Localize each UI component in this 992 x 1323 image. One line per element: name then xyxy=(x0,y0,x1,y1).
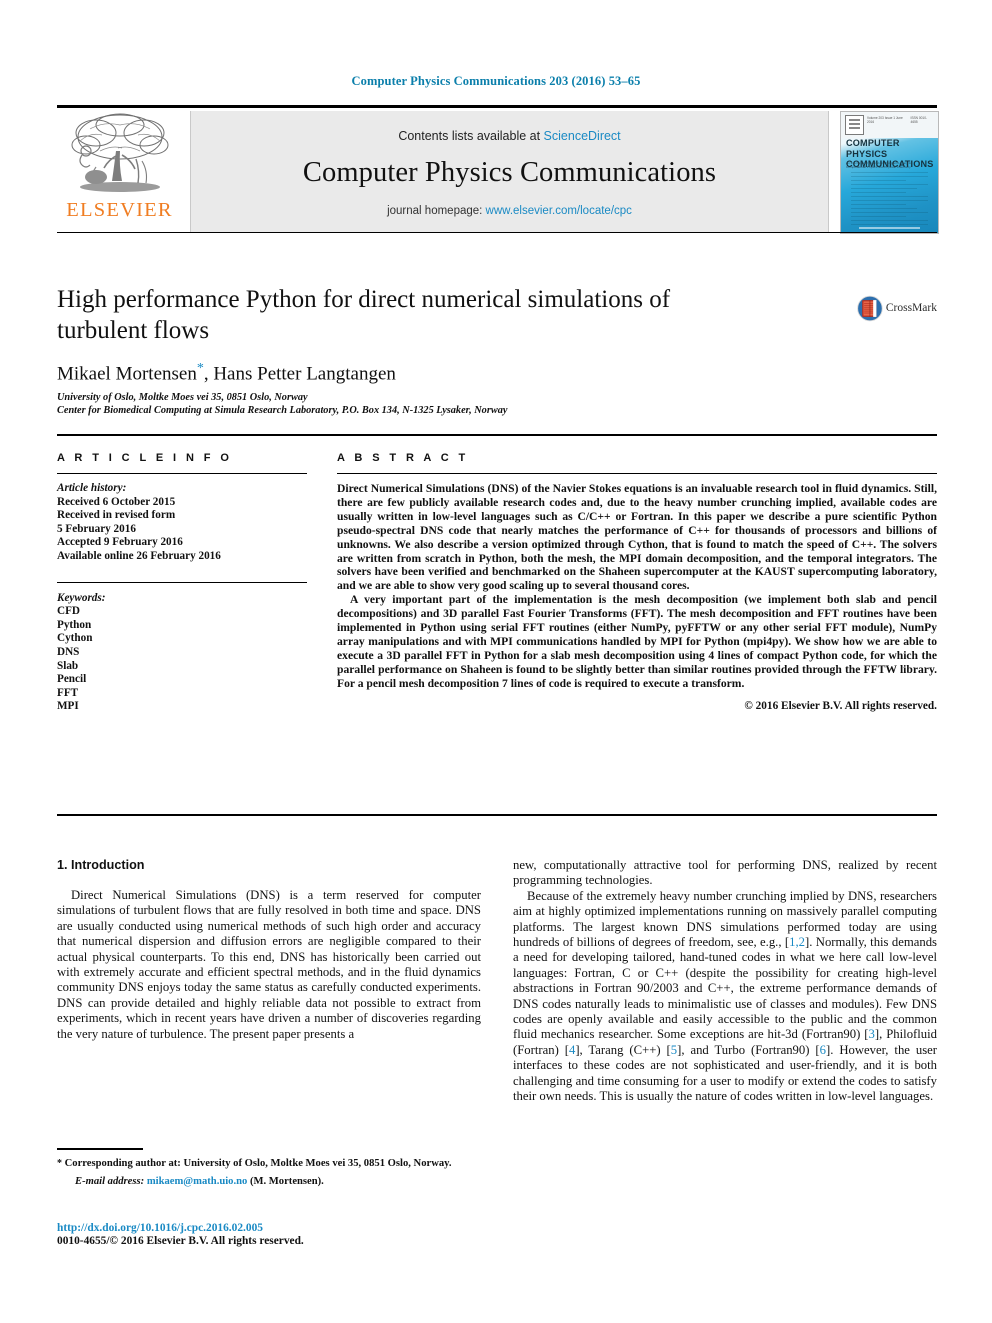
body-text: ]. Normally, this demands a need for dev… xyxy=(513,935,937,1042)
section-heading-introduction: 1. Introduction xyxy=(57,858,145,872)
journal-band: Contents lists available at ScienceDirec… xyxy=(190,111,829,232)
body-columns: 1. Introduction Direct Numerical Simulat… xyxy=(57,858,937,1278)
body-paragraph: Direct Numerical Simulations (DNS) is a … xyxy=(57,888,481,1041)
keyword-item: CFD xyxy=(57,605,80,618)
homepage-prefix: journal homepage: xyxy=(387,204,486,217)
cover-volume-line: Volume 203 Issue 1 June 2016 ISSN 0010-4… xyxy=(867,116,934,124)
keyword-item: Cython xyxy=(57,632,93,645)
title-block: High performance Python for direct numer… xyxy=(57,284,937,418)
corresponding-author-note: * Corresponding author at: University of… xyxy=(57,1157,481,1170)
keyword-item: FFT xyxy=(57,686,79,699)
email-label: E-mail address: xyxy=(75,1175,145,1187)
corresponding-author-marker: * xyxy=(196,361,204,376)
body-paragraph: Because of the extremely heavy number cr… xyxy=(513,889,937,1105)
citation-link[interactable]: 1,2 xyxy=(789,935,805,949)
author-secondary: , Hans Petter Langtangen xyxy=(203,363,396,385)
crossmark-label: CrossMark xyxy=(885,302,937,314)
article-info-heading: A R T I C L E I N F O xyxy=(57,452,233,464)
history-item: 5 February 2016 xyxy=(57,522,136,535)
keyword-item: Pencil xyxy=(57,673,87,686)
affiliation-2: Center for Biomedical Computing at Simul… xyxy=(57,404,508,416)
abstract-section-bottom-rule xyxy=(57,814,937,816)
masthead-bottom-rule xyxy=(57,232,937,233)
cover-title-line-1: COMPUTER PHYSICS xyxy=(846,138,900,159)
homepage-line: journal homepage: www.elsevier.com/locat… xyxy=(387,205,632,217)
journal-masthead: ELSEVIER Contents lists available at Sci… xyxy=(57,105,939,234)
sciencedirect-link[interactable]: ScienceDirect xyxy=(544,129,621,143)
article-info-rule xyxy=(57,473,307,474)
keyword-item: MPI xyxy=(57,700,79,713)
author-primary: Mikael Mortensen xyxy=(57,363,197,385)
cover-issn-label: ISSN 0010-4655 xyxy=(910,116,928,124)
crossmark-badge[interactable]: CrossMark xyxy=(857,287,937,329)
cover-publisher-mark-icon xyxy=(845,115,864,135)
elsevier-wordmark: ELSEVIER xyxy=(66,199,173,221)
elsevier-logo: ELSEVIER xyxy=(57,111,182,231)
journal-homepage-link[interactable]: www.elsevier.com/locate/cpc xyxy=(486,205,632,217)
abstract-column: A B S T R A C T Direct Numerical Simulat… xyxy=(337,452,937,712)
history-item: Accepted 9 February 2016 xyxy=(57,536,183,549)
affiliation-1: University of Oslo, Moltke Moes vei 35, … xyxy=(57,392,308,404)
history-item: Received 6 October 2015 xyxy=(57,495,176,508)
masthead-top-rule xyxy=(57,105,937,108)
body-column-right: new, computationally attractive tool for… xyxy=(513,858,937,1105)
doi-block: http://dx.doi.org/10.1016/j.cpc.2016.02.… xyxy=(57,1222,481,1247)
paper-page: Computer Physics Communications 203 (201… xyxy=(0,0,992,1323)
email-note: E-mail address: mikaem@math.uio.no (M. M… xyxy=(57,1175,481,1188)
abstract-paragraph: A very important part of the implementat… xyxy=(337,593,937,690)
body-text: ], Tarang (C++) [ xyxy=(575,1042,671,1057)
article-history: Article history: Received 6 October 2015… xyxy=(57,482,307,564)
elsevier-tree-icon xyxy=(71,113,168,192)
keyword-item: Python xyxy=(57,618,92,631)
article-info-column: A R T I C L E I N F O Article history: R… xyxy=(57,452,307,714)
article-history-label: Article history: xyxy=(57,482,127,494)
affiliations: University of Oslo, Moltke Moes vei 35, … xyxy=(57,392,937,417)
journal-cover-thumbnail: Volume 203 Issue 1 June 2016 ISSN 0010-4… xyxy=(840,111,939,234)
journal-title: Computer Physics Communications xyxy=(302,156,717,188)
keywords-list: Keywords: CFD Python Cython DNS Slab Pen… xyxy=(57,592,307,714)
crossmark-icon xyxy=(857,295,883,321)
footnote-block: * Corresponding author at: University of… xyxy=(57,1148,481,1188)
abstract-paragraph: Direct Numerical Simulations (DNS) of th… xyxy=(337,482,937,593)
running-head: Computer Physics Communications 203 (201… xyxy=(351,74,641,88)
page-title: High performance Python for direct numer… xyxy=(57,286,671,344)
body-text: ], and Turbo (Fortran90) [ xyxy=(677,1042,820,1057)
footnote-text: Corresponding author at: University of O… xyxy=(62,1157,452,1169)
author-list: Mikael Mortensen*, Hans Petter Langtange… xyxy=(57,361,937,385)
cover-volume-label: Volume 203 Issue 1 June 2016 xyxy=(867,116,903,124)
history-item: Available online 26 February 2016 xyxy=(57,549,221,562)
keyword-item: DNS xyxy=(57,645,80,658)
contents-line: Contents lists available at ScienceDirec… xyxy=(398,129,620,143)
keywords-label: Keywords: xyxy=(57,591,106,604)
abstract-heading: A B S T R A C T xyxy=(337,452,469,464)
abstract-rule xyxy=(337,473,937,474)
cover-footer-bar xyxy=(859,227,920,229)
email-link[interactable]: mikaem@math.uio.no xyxy=(147,1176,248,1187)
history-item: Received in revised form xyxy=(57,509,176,522)
keyword-item: Slab xyxy=(57,659,79,672)
abstract-copyright: © 2016 Elsevier B.V. All rights reserved… xyxy=(744,699,937,712)
issn-copyright-line: 0010-4655/© 2016 Elsevier B.V. All right… xyxy=(57,1235,304,1247)
contents-prefix: Contents lists available at xyxy=(398,128,544,143)
email-owner: (M. Mortensen). xyxy=(249,1175,324,1187)
abstract-section-top-rule xyxy=(57,434,937,436)
cover-subtitle: An International Journal and Program Lib… xyxy=(846,161,913,169)
cover-text-texture xyxy=(851,172,928,225)
body-paragraph: new, computationally attractive tool for… xyxy=(513,858,937,888)
footnote-rule xyxy=(57,1148,143,1150)
body-column-left: 1. Introduction Direct Numerical Simulat… xyxy=(57,858,481,1042)
doi-link[interactable]: http://dx.doi.org/10.1016/j.cpc.2016.02.… xyxy=(57,1222,481,1234)
keywords-rule xyxy=(57,581,307,583)
